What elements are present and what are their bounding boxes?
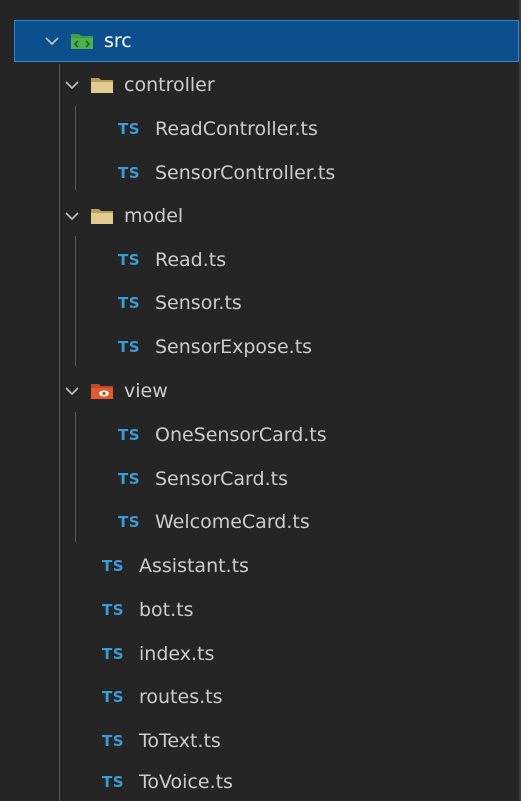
typescript-icon: TS [118, 294, 141, 312]
typescript-icon: TS [118, 426, 141, 444]
typescript-icon: TS [102, 732, 125, 750]
chevron-down-icon[interactable] [62, 381, 82, 401]
folder-src-icon [70, 30, 94, 52]
typescript-icon: TS [118, 513, 141, 531]
tree-file-label: ReadController.ts [155, 117, 318, 140]
tree-folder-src[interactable]: src [14, 20, 519, 62]
tree-file-label: routes.ts [139, 685, 223, 708]
tree-file[interactable]: TS SensorExpose.ts [14, 326, 519, 368]
chevron-down-icon[interactable] [42, 31, 62, 51]
tree-folder-label: controller [124, 73, 215, 96]
typescript-icon: TS [102, 773, 125, 791]
chevron-down-icon[interactable] [62, 75, 82, 95]
tree-file-label: Read.ts [155, 248, 227, 271]
typescript-icon: TS [102, 645, 125, 663]
tree-file[interactable]: TS WelcomeCard.ts [14, 501, 519, 543]
tree-folder-model[interactable]: model [14, 195, 519, 237]
tree-folder-label: model [124, 204, 184, 227]
tree-file[interactable]: TS routes.ts [14, 676, 519, 718]
typescript-icon: TS [118, 120, 141, 138]
tree-folder-label: view [124, 379, 168, 402]
tree-file[interactable]: TS bot.ts [14, 589, 519, 631]
tree-file-label: OneSensorCard.ts [155, 423, 327, 446]
tree-folder-label: src [104, 29, 132, 52]
tree-file[interactable]: TS Assistant.ts [14, 545, 519, 587]
tree-file[interactable]: TS OneSensorCard.ts [14, 414, 519, 456]
tree-file[interactable]: TS ReadController.ts [14, 108, 519, 150]
tree-file[interactable]: TS Sensor.ts [14, 282, 519, 324]
tree-file-label: bot.ts [139, 598, 194, 621]
typescript-icon: TS [102, 688, 125, 706]
typescript-icon: TS [102, 557, 125, 575]
tree-file-label: SensorCard.ts [155, 467, 288, 490]
tree-file-label: SensorExpose.ts [155, 335, 313, 358]
tree-file[interactable]: TS SensorCard.ts [14, 458, 519, 500]
tree-file-label: WelcomeCard.ts [155, 510, 310, 533]
panel-border [519, 0, 521, 801]
typescript-icon: TS [118, 470, 141, 488]
tree-file-label: ToText.ts [139, 729, 221, 752]
folder-open-icon [90, 205, 114, 227]
tree-file[interactable]: TS index.ts [14, 633, 519, 675]
tree-file-label: SensorController.ts [155, 161, 336, 184]
tree-folder-view[interactable]: view [14, 370, 519, 412]
tree-file[interactable]: TS Read.ts [14, 239, 519, 281]
typescript-icon: TS [118, 338, 141, 356]
chevron-down-icon[interactable] [62, 206, 82, 226]
typescript-icon: TS [118, 251, 141, 269]
tree-file[interactable]: TS SensorController.ts [14, 152, 519, 194]
file-explorer-panel: src controller TS ReadController.ts TS S… [0, 0, 521, 801]
tree-file[interactable]: TS ToText.ts [14, 720, 519, 762]
typescript-icon: TS [102, 601, 125, 619]
tree-file-label: ToVoice.ts [139, 770, 233, 793]
tree-file-label: Sensor.ts [155, 291, 242, 314]
tree-file[interactable]: TS ToVoice.ts [14, 761, 519, 801]
folder-open-icon [90, 74, 114, 96]
tree-file-label: Assistant.ts [139, 554, 249, 577]
typescript-icon: TS [118, 164, 141, 182]
tree-folder-controller[interactable]: controller [14, 64, 519, 106]
folder-view-icon [90, 380, 114, 402]
tree-file-label: index.ts [139, 642, 215, 665]
